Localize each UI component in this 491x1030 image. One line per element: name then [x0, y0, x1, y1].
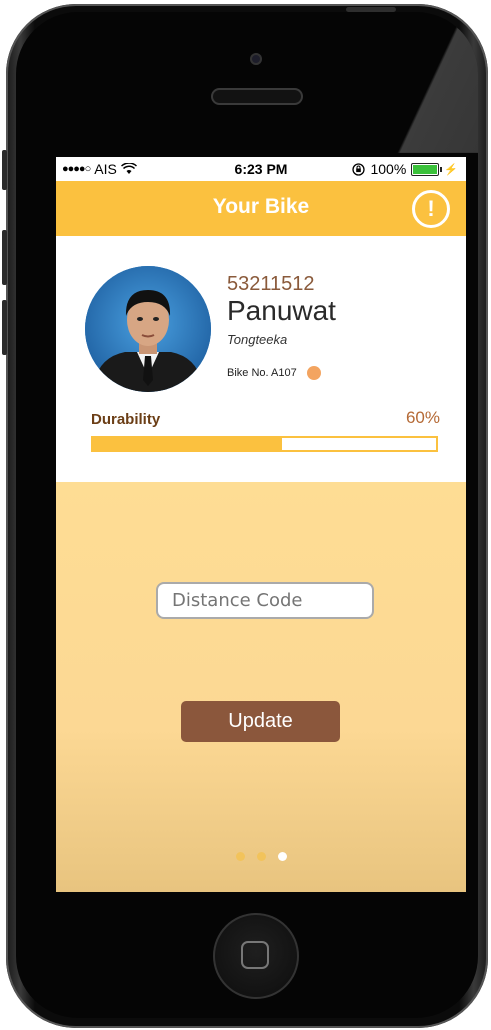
durability-bar [91, 436, 438, 452]
status-bar: ●●●●○ AIS 6:23 PM 100% ⚡ [56, 157, 466, 181]
battery-fill [413, 164, 438, 174]
page-dot[interactable] [256, 852, 266, 861]
bike-status-indicator [306, 366, 321, 380]
durability-bar-fill [93, 438, 282, 450]
bike-info: Bike No. A107 [227, 366, 321, 380]
last-name: Tongteeka [227, 332, 288, 347]
update-panel: Update [56, 482, 466, 892]
home-square-icon [241, 941, 269, 969]
page-indicator [56, 852, 466, 861]
front-camera [250, 53, 262, 65]
volume-down-button [2, 300, 7, 355]
profile-card: 53211512 Panuwat Tongteeka Bike No. A107… [56, 236, 466, 482]
battery-icon [411, 162, 443, 176]
mute-switch [2, 150, 7, 190]
avatar [85, 266, 211, 392]
nav-bar: Your Bike ! [56, 181, 466, 236]
app-screen: ●●●●○ AIS 6:23 PM 100% ⚡ Your Bike ! 532… [56, 157, 466, 892]
student-id: 53211512 [227, 273, 315, 295]
charging-icon: ⚡ [444, 163, 458, 176]
distance-code-input[interactable] [156, 582, 374, 619]
bike-number: Bike No. A107 [227, 367, 297, 379]
page-dot[interactable] [235, 852, 245, 861]
update-button[interactable]: Update [181, 701, 340, 742]
volume-up-button [2, 230, 7, 285]
rotation-lock-icon [352, 162, 366, 176]
avatar-photo [85, 266, 211, 392]
durability-value: 60% [405, 408, 440, 427]
page-dot[interactable] [277, 852, 287, 861]
status-right: 100% ⚡ [352, 161, 458, 177]
first-name: Panuwat [227, 295, 336, 326]
earpiece-speaker [211, 88, 303, 105]
alert-button[interactable]: ! [412, 190, 450, 228]
page-title: Your Bike [212, 195, 310, 218]
durability-label: Durability [91, 411, 161, 428]
battery-percent: 100% [370, 161, 407, 177]
